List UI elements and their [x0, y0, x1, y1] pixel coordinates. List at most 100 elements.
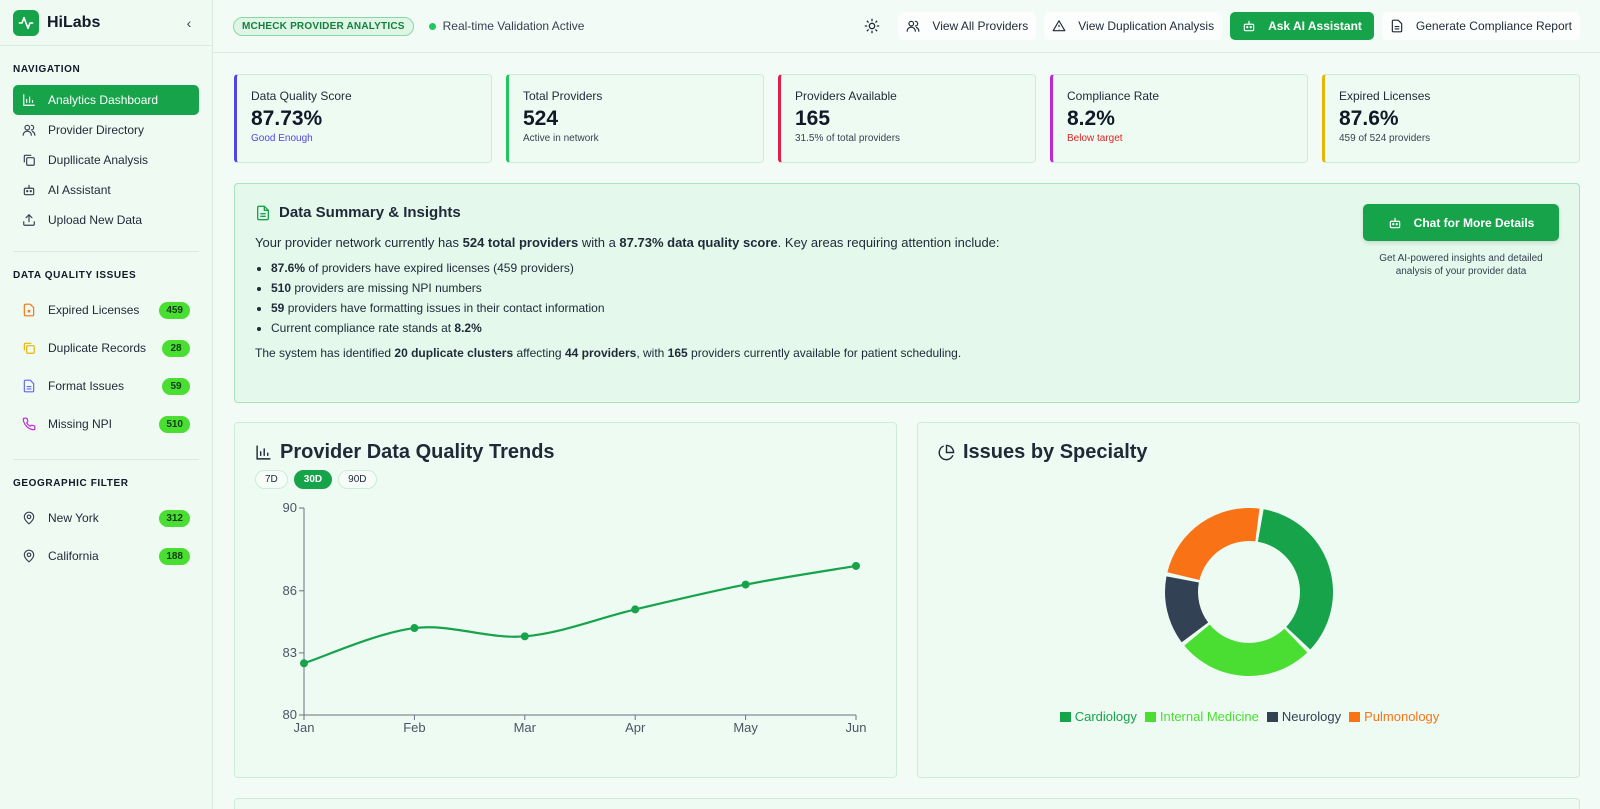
phone-icon	[22, 417, 36, 431]
nav-section-title: NAVIGATION	[13, 64, 81, 75]
count-badge: 188	[159, 547, 190, 565]
sidebar-item-label: Provider Directory	[48, 123, 145, 137]
sidebar-item-label: Upload New Data	[48, 213, 143, 227]
sidebar-item-california[interactable]: California 188	[13, 537, 199, 575]
users-icon	[22, 124, 36, 136]
stat-label: Data Quality Score	[251, 89, 352, 103]
y-tick-label: 83	[283, 645, 297, 660]
legend-item[interactable]: Internal Medicine	[1144, 709, 1259, 724]
brand-name: HiLabs	[47, 13, 101, 31]
live-status-dot	[428, 22, 436, 30]
legend-label: Neurology	[1281, 709, 1342, 724]
data-point	[300, 659, 308, 668]
intro-bold: 87.73% data quality score	[619, 235, 778, 250]
bullet-text: providers are missing NPI numbers	[291, 281, 482, 295]
intro-text: with a	[578, 235, 620, 250]
x-tick-label: Feb	[403, 720, 425, 735]
sidebar: HiLabs ‹ NAVIGATION Analytics Dashboard …	[0, 0, 213, 809]
legend-item[interactable]: Pulmonology	[1349, 709, 1439, 724]
legend-label: Internal Medicine	[1159, 709, 1259, 724]
stat-card-compliance-rate: Compliance Rate 8.2% Below target	[1050, 74, 1308, 163]
stat-sub: Below target	[1067, 133, 1123, 144]
file-text-icon	[23, 379, 35, 393]
users-icon	[906, 20, 920, 32]
legend-label: Cardiology	[1074, 709, 1137, 724]
sidebar-item-missing-npi[interactable]: Missing NPI 510	[13, 405, 199, 443]
sidebar-item-label: Expired Licenses	[48, 303, 140, 317]
generate-compliance-report-button[interactable]: Generate Compliance Report	[1381, 12, 1580, 40]
count-badge: 28	[162, 339, 190, 357]
summary-footer: The system has identified 20 duplicate c…	[255, 346, 1559, 360]
trend-chart-panel: 80 83 86 90 Jan Feb Mar Apr May Jun Provider Data…	[234, 422, 897, 778]
trend-chart-title: Provider Data Quality Trends	[255, 441, 555, 464]
list-item: 59 providers have formatting issues in t…	[271, 298, 1559, 318]
theme-toggle-sun-icon[interactable]	[858, 12, 886, 40]
button-label: View Duplication Analysis	[1078, 19, 1215, 33]
button-label: View All Providers	[932, 19, 1029, 33]
sidebar-item-ai-assistant[interactable]: AI Assistant	[13, 175, 199, 205]
legend-swatch	[1349, 711, 1361, 722]
data-point	[852, 561, 860, 570]
sidebar-divider	[13, 251, 199, 252]
live-status-text: Real-time Validation Active	[442, 19, 585, 33]
footer-bold: 20 duplicate clusters	[394, 346, 514, 360]
sidebar-item-analytics-dashboard[interactable]: Analytics Dashboard	[13, 85, 199, 115]
stat-label: Expired Licenses	[1339, 89, 1431, 103]
sidebar-item-format-issues[interactable]: Format Issues 59	[13, 367, 199, 405]
stat-sub: 459 of 524 providers	[1339, 133, 1431, 144]
specialty-chart-title-text: Issues by Specialty	[963, 441, 1148, 463]
stat-label: Providers Available	[795, 89, 897, 103]
x-tick-label: Jan	[294, 720, 315, 735]
file-text-icon	[1391, 19, 1403, 33]
footer-text: providers currently available for patien…	[687, 346, 962, 360]
bot-icon	[1389, 217, 1400, 228]
footer-text: , with	[636, 346, 668, 360]
bullet-text: of providers have expired licenses (459 …	[305, 261, 574, 275]
view-duplication-analysis-button[interactable]: View Duplication Analysis	[1044, 12, 1223, 40]
legend-item[interactable]: Cardiology	[1059, 709, 1137, 724]
legend-item[interactable]: Neurology	[1266, 709, 1342, 724]
sidebar-item-new-york[interactable]: New York 312	[13, 499, 199, 537]
intro-bold: 524 total providers	[462, 235, 579, 250]
button-label: Ask AI Assistant	[1268, 19, 1362, 33]
legend-swatch	[1266, 711, 1278, 722]
file-x-icon	[23, 303, 35, 317]
count-badge: 59	[162, 377, 190, 395]
x-tick-label: Apr	[625, 720, 646, 735]
chat-for-more-details-button[interactable]: Chat for More Details	[1363, 204, 1559, 241]
sidebar-item-upload-new-data[interactable]: Upload New Data	[13, 205, 199, 235]
stat-value: 87.6%	[1339, 107, 1399, 130]
ask-ai-assistant-button[interactable]: Ask AI Assistant	[1230, 12, 1374, 40]
x-tick-label: May	[733, 720, 758, 735]
sidebar-item-label: California	[48, 549, 99, 563]
range-90d-button[interactable]: 90D	[338, 470, 377, 489]
range-30d-button[interactable]: 30D	[293, 470, 333, 489]
stat-card-data-quality: Data Quality Score 87.73% Good Enough	[234, 74, 492, 163]
sidebar-item-label: Analytics Dashboard	[48, 93, 159, 107]
sidebar-item-duplicate-records[interactable]: Duplicate Records 28	[13, 329, 199, 367]
legend-swatch	[1059, 711, 1071, 722]
trend-chart-title-text: Provider Data Quality Trends	[280, 441, 555, 463]
bullet-bold: 87.6%	[271, 261, 306, 275]
specialty-chart-title: Issues by Specialty	[938, 441, 1148, 464]
sidebar-item-expired-licenses[interactable]: Expired Licenses 459	[13, 291, 199, 329]
bullet-text: providers have formatting issues in thei…	[284, 301, 605, 315]
button-label: Chat for More Details	[1413, 215, 1535, 230]
stat-card-total-providers: Total Providers 524 Active in network	[506, 74, 764, 163]
bar-chart-icon	[256, 445, 271, 460]
copy-icon	[23, 342, 35, 354]
sidebar-item-provider-directory[interactable]: Provider Directory	[13, 115, 199, 145]
warning-icon	[1052, 20, 1066, 32]
range-7d-button[interactable]: 7D	[255, 470, 288, 489]
view-all-providers-button[interactable]: View All Providers	[898, 12, 1037, 40]
stat-value: 87.73%	[251, 107, 323, 130]
intro-text: Your provider network currently has	[255, 235, 463, 250]
file-text-icon	[257, 205, 269, 220]
range-selector: 7D 30D 90D	[255, 470, 377, 489]
sidebar-item-label: Dupllicate Analysis	[48, 153, 149, 167]
sidebar-item-duplicate-analysis[interactable]: Dupllicate Analysis	[13, 145, 199, 175]
collapse-sidebar-icon[interactable]: ‹	[179, 15, 199, 31]
copy-icon	[23, 154, 35, 166]
stat-cards: Data Quality Score 87.73% Good Enough To…	[234, 74, 1580, 163]
map-pin-icon	[23, 511, 35, 525]
